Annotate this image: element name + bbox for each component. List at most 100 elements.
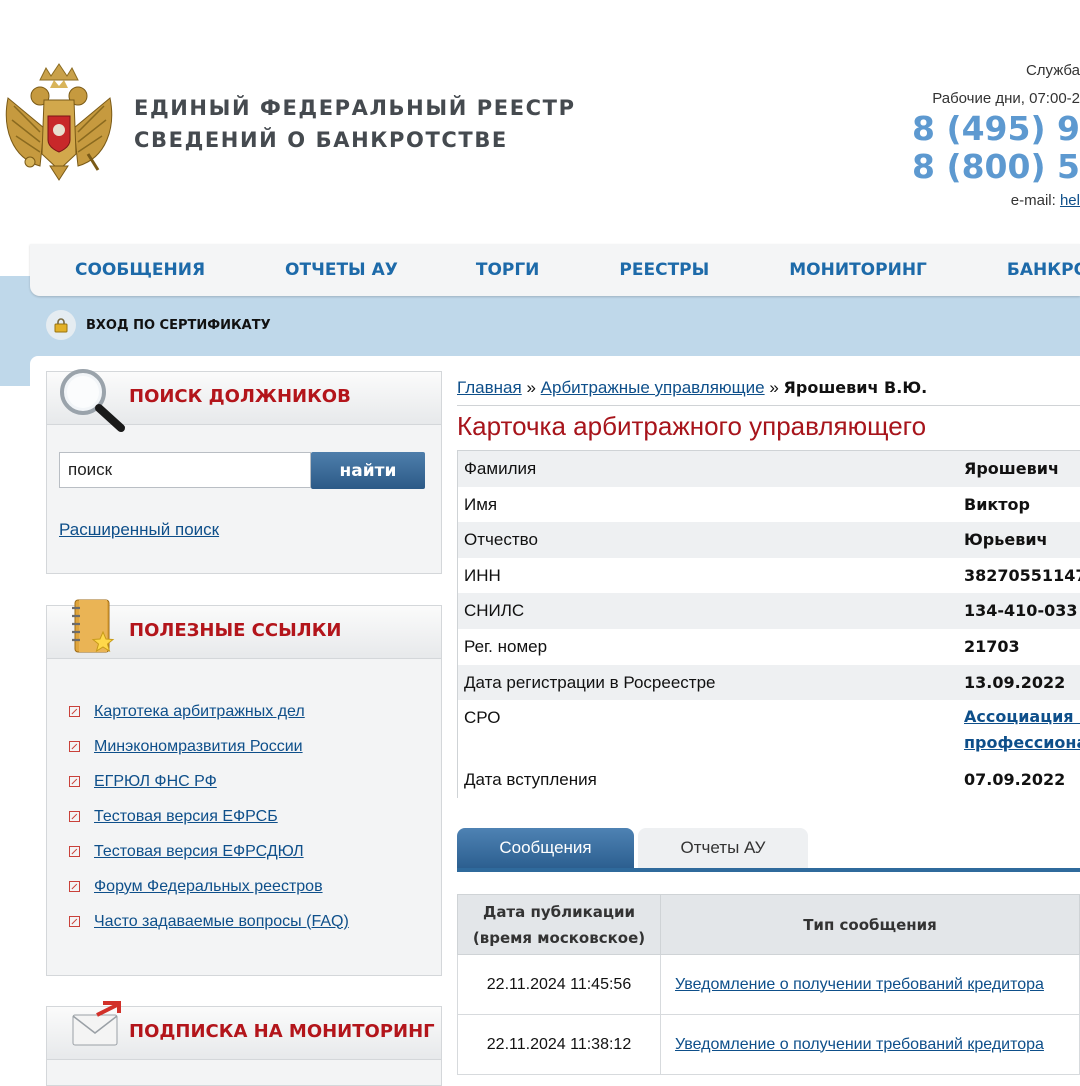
useful-link[interactable]: Тестовая версия ЕФРСДЮЛ [94,843,304,861]
monitoring-subscription-box: ПОДПИСКА НА МОНИТОРИНГ [46,1001,442,1086]
external-link-icon [69,811,80,822]
message-type-cell: Уведомление о получении требований креди… [660,954,1080,1015]
find-button[interactable]: найти [311,452,425,489]
certificate-login-label: ВХОД ПО СЕРТИФИКАТУ [86,317,271,333]
external-link-icon [69,846,80,857]
magnifier-icon [60,369,125,432]
info-value: Ярошевич [964,459,1059,478]
useful-link[interactable]: Форум Федеральных реестров [94,878,323,896]
info-label: Имя [464,494,498,514]
external-link-icon [69,706,80,717]
manager-info-table: Фамилия Ярошевич Имя Виктор Отчество Юрьеви… [457,450,1080,798]
main-nav: СООБЩЕНИЯ ОТЧЕТЫ АУ ТОРГИ РЕЕСТРЫ МОНИТО… [30,244,1080,296]
breadcrumb-separator: » [526,378,536,397]
useful-links-title: ПОЛЕЗНЫЕ ССЫЛКИ [129,620,342,641]
table-row: 22.11.2024 11:45:56 Уведомление о получе… [457,954,1080,1015]
debtor-search-header: ПОИСК ДОЛЖНИКОВ [47,369,441,432]
column-header-date: Дата публикации (время московское) [457,894,661,955]
info-row-patronymic: Отчество Юрьевич [458,522,1080,558]
list-item: Картотека арбитражных дел [69,694,349,729]
debtor-search-box: ПОИСК ДОЛЖНИКОВ найти Расширенный поиск [46,369,442,574]
tab-au-reports[interactable]: Отчеты АУ [638,828,808,868]
info-value: 38270551147 [964,565,1080,585]
message-type-link[interactable]: Уведомление о получении требований креди… [675,1036,1044,1053]
support-email: e-mail: hel [912,190,1080,212]
site-title: ЕДИНЫЙ ФЕДЕРАЛЬНЫЙ РЕЕСТР СВЕДЕНИЙ О БАН… [134,92,576,156]
nav-item-auctions[interactable]: ТОРГИ [476,260,540,280]
support-phone-1: 8 (495) 9 [912,109,1080,148]
info-row-registration-date: Дата регистрации в Росреестре 13.09.2022 [458,664,1080,701]
useful-links-header: ПОЛЕЗНЫЕ ССЫЛКИ [47,599,441,659]
list-item: Часто задаваемые вопросы (FAQ) [69,904,349,939]
support-service-label: Служба [1025,62,1080,79]
info-value: 134-410-033 [964,601,1078,621]
info-label: Дата вступления [464,770,597,790]
support-phone-2: 8 (800) 5 [912,147,1080,186]
tab-messages[interactable]: Сообщения [457,828,634,868]
external-link-icon [69,776,80,787]
info-value: 07.09.2022 [964,770,1066,790]
info-row-join-date: Дата вступления 07.09.2022 [458,762,1080,798]
list-item: Минэкономразвития России [69,729,349,764]
debtor-search-title: ПОИСК ДОЛЖНИКОВ [129,386,351,407]
nav-item-au-reports[interactable]: ОТЧЕТЫ АУ [285,260,398,280]
external-link-icon [69,741,80,752]
useful-links-list: Картотека арбитражных дел Минэкономразви… [69,694,349,939]
support-hours: Рабочие дни, 07:00-2 [932,90,1080,107]
address-book-icon [72,599,115,653]
sro-link[interactable]: Ассоциация " [964,707,1080,726]
message-date: 22.11.2024 11:38:12 [457,1014,661,1075]
divider [457,405,1080,406]
support-email-link[interactable]: hel [1060,192,1080,209]
monitoring-subscription-header: ПОДПИСКА НА МОНИТОРИНГ [47,1001,441,1060]
info-label: СНИЛС [464,601,525,621]
certificate-login[interactable]: ВХОД ПО СЕРТИФИКАТУ [46,310,271,340]
support-email-label: e-mail: [1010,192,1056,209]
site-title-line1: ЕДИНЫЙ ФЕДЕРАЛЬНЫЙ РЕЕСТР [134,96,576,120]
list-item: ЕГРЮЛ ФНС РФ [69,764,349,799]
nav-item-bankruptcy[interactable]: БАНКРОТС [1007,260,1080,280]
monitoring-subscription-title: ПОДПИСКА НА МОНИТОРИНГ [129,1021,435,1042]
useful-link[interactable]: Тестовая версия ЕФРСБ [94,808,278,826]
info-row-sro: СРО Ассоциация " профессиона [458,700,1080,763]
message-date: 22.11.2024 11:45:56 [457,954,661,1015]
info-label: Фамилия [464,459,537,478]
russian-coat-of-arms-emblem [5,63,113,181]
table-header-row: Дата публикации (время московское) Тип с… [457,894,1080,955]
support-contacts: Служба Рабочие дни, 07:00-2 8 (495) 9 8 … [912,58,1080,212]
page-title: Карточка арбитражного управляющего [457,411,927,441]
info-value: Ассоциация " профессиона [964,704,1080,756]
nav-item-monitoring[interactable]: МОНИТОРИНГ [789,260,927,280]
useful-link[interactable]: Картотека арбитражных дел [94,703,305,721]
list-item: Тестовая версия ЕФРСДЮЛ [69,834,349,869]
info-row-last-name: Фамилия Ярошевич [458,451,1080,487]
table-row: 22.11.2024 11:38:12 Уведомление о получе… [457,1014,1080,1075]
info-row-first-name: Имя Виктор [458,487,1080,523]
useful-link[interactable]: ЕГРЮЛ ФНС РФ [94,773,217,791]
external-link-icon [69,916,80,927]
list-item: Форум Федеральных реестров [69,869,349,904]
column-header-date-line1: Дата публикации [482,902,636,921]
useful-link[interactable]: Часто задаваемые вопросы (FAQ) [94,913,349,931]
info-label: Рег. номер [464,636,548,656]
info-value: Виктор [964,494,1030,514]
lock-icon [46,310,76,340]
info-label: СРО [464,708,501,728]
info-value: Юрьевич [964,530,1048,550]
breadcrumb-home-link[interactable]: Главная [457,378,522,397]
sro-link[interactable]: профессиона [964,733,1080,752]
info-value: 13.09.2022 [964,672,1066,692]
message-type-link[interactable]: Уведомление о получении требований креди… [675,976,1044,993]
info-row-inn: ИНН 38270551147 [458,558,1080,594]
debtor-search-input[interactable] [59,452,311,488]
info-label: Дата регистрации в Росреестре [464,672,716,692]
nav-item-registries[interactable]: РЕЕСТРЫ [619,260,709,280]
breadcrumb-managers-link[interactable]: Арбитражные управляющие [541,378,765,397]
site-title-line2: СВЕДЕНИЙ О БАНКРОТСТВЕ [134,128,508,152]
breadcrumb-current: Ярошевич В.Ю. [783,378,928,397]
advanced-search-link[interactable]: Расширенный поиск [59,520,219,540]
nav-item-messages[interactable]: СООБЩЕНИЯ [75,260,205,280]
breadcrumb: Главная » Арбитражные управляющие » Ярош… [457,378,927,398]
external-link-icon [69,881,80,892]
useful-link[interactable]: Минэкономразвития России [94,738,303,756]
